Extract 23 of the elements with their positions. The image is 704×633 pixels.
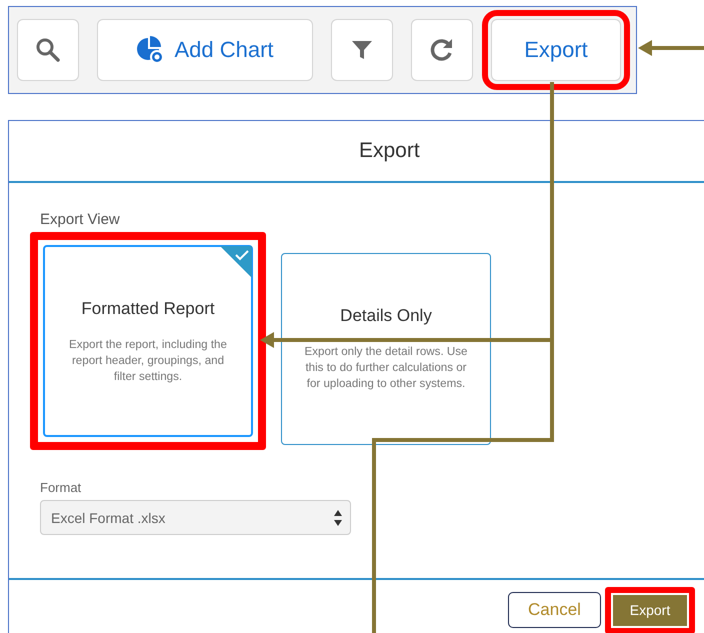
option-description: Export only the detail rows. Use this to do further calculations or for uploading to other systems. <box>304 344 468 392</box>
updown-arrows-icon <box>334 510 342 526</box>
refresh-icon <box>429 37 455 63</box>
refresh-button[interactable] <box>411 19 473 81</box>
checkmark-icon <box>220 246 252 278</box>
filter-button[interactable] <box>331 19 393 81</box>
option-description: Export the report, including the report header, groupings, and filter settings. <box>68 337 228 385</box>
add-chart-button[interactable]: Add Chart <box>97 19 313 81</box>
option-title: Formatted Report <box>81 299 215 319</box>
pie-chart-icon <box>136 36 164 64</box>
export-option-card[interactable]: Details Only Export only the detail rows. Use this to do further calculations or for uploading to other systems. <box>281 253 491 445</box>
export-button[interactable]: Export <box>613 594 687 626</box>
cancel-button[interactable]: Cancel <box>508 592 601 628</box>
filter-icon <box>351 39 373 61</box>
section-label: Export View <box>40 211 120 228</box>
search-button[interactable] <box>17 19 79 81</box>
dialog-title: Export <box>359 139 420 163</box>
annotation-arrow <box>638 40 704 56</box>
field-label: Format <box>40 480 82 495</box>
option-title: Details Only <box>340 306 432 326</box>
search-icon <box>35 37 61 63</box>
format-select[interactable]: Excel Format .xlsx <box>40 500 351 535</box>
export-option-card[interactable]: Formatted Report Export the report, including the report header, groupings, and filter settings. <box>43 245 253 437</box>
